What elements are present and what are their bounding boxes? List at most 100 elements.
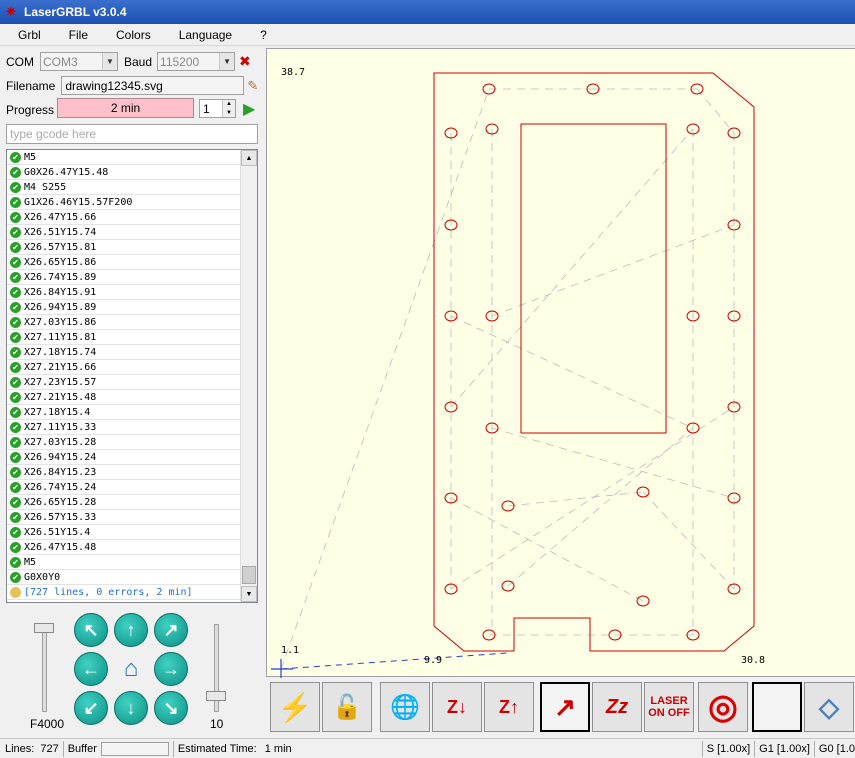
- lightning-icon[interactable]: ⚡: [270, 682, 320, 732]
- gcode-summary-row: [727 lines, 0 errors, 2 min]: [7, 585, 240, 600]
- menu-language[interactable]: Language: [161, 28, 242, 42]
- sleep-icon[interactable]: Zz: [592, 682, 642, 732]
- gcode-line: ✔ X27.11Y15.33: [7, 420, 240, 435]
- jog-up-right-button[interactable]: ↗: [154, 613, 188, 647]
- gcode-text: X26.47Y15.48: [24, 541, 97, 553]
- gcode-text: X26.51Y15.4: [24, 526, 91, 538]
- rapid-move-line: [642, 491, 735, 590]
- stepper-buttons[interactable]: ▲ ▼: [222, 100, 235, 117]
- jog-down-left-button[interactable]: ↙: [74, 691, 108, 725]
- gcode-text: G0X26.47Y15.48: [24, 166, 109, 178]
- x-max-label: 30.8: [741, 655, 766, 666]
- blank-icon[interactable]: [752, 682, 802, 732]
- rapid-move-line: [450, 315, 694, 429]
- gcode-line: ✔ X26.65Y15.28: [7, 495, 240, 510]
- speed-slider-track[interactable]: [42, 624, 47, 712]
- jog-right-button[interactable]: →: [154, 652, 188, 686]
- left-panel: COM COM3 ▼ Baud 115200 ▼ ✖ Filename draw…: [0, 46, 264, 738]
- filename-field[interactable]: drawing12345.svg: [61, 76, 245, 95]
- chevron-down-icon: ▼: [219, 53, 235, 70]
- target-icon[interactable]: ◎: [698, 682, 748, 732]
- gcode-line: ✔ X26.94Y15.24: [7, 450, 240, 465]
- scroll-down-icon[interactable]: ▼: [241, 586, 257, 602]
- gcode-line: ✔ X26.84Y15.91: [7, 285, 240, 300]
- z-up-icon[interactable]: Z↑: [484, 682, 534, 732]
- gcode-line: ✔ X26.51Y15.74: [7, 225, 240, 240]
- menu-colors[interactable]: Colors: [98, 28, 161, 42]
- gcode-text: G1X26.46Y15.57F200: [24, 196, 133, 208]
- passes-stepper[interactable]: 1 ▲ ▼: [199, 99, 236, 118]
- status-bar: Lines: 727 Buffer Estimated Time: 1 min …: [0, 738, 855, 758]
- preview-drawing: [271, 72, 755, 679]
- arrow-frame-icon[interactable]: ↗: [540, 682, 590, 732]
- gcode-text: X27.18Y15.74: [24, 346, 97, 358]
- passes-value: 1: [203, 101, 210, 116]
- home-icon[interactable]: ⌂: [114, 652, 148, 686]
- check-icon: ✔: [10, 256, 21, 268]
- jog-up-left-button[interactable]: ↖: [74, 613, 108, 647]
- globe-pin-icon[interactable]: 🌐: [380, 682, 430, 732]
- rapid-move-line: [491, 427, 735, 499]
- gcode-text: X27.11Y15.33: [24, 421, 97, 433]
- gcode-text: X26.65Y15.86: [24, 256, 97, 268]
- speed-label: F4000: [30, 717, 65, 731]
- check-icon: ✔: [10, 541, 21, 553]
- gcode-text: X27.03Y15.28: [24, 436, 97, 448]
- check-icon: ✔: [10, 481, 21, 493]
- rapid-move-line: [450, 497, 644, 602]
- gcode-text: X26.94Y15.24: [24, 451, 97, 463]
- eraser-icon[interactable]: ◇: [804, 682, 854, 732]
- step-slider-thumb[interactable]: [206, 691, 226, 701]
- list-scrollbar[interactable]: ▲ ▼: [240, 150, 257, 602]
- gcode-line: ✔ M4 S255: [7, 180, 240, 195]
- gcode-text: X26.94Y15.89: [24, 301, 97, 313]
- check-icon: ✔: [10, 451, 21, 463]
- check-icon: ✔: [10, 556, 21, 568]
- com-select[interactable]: COM3 ▼: [40, 52, 118, 71]
- lines-value: 727: [40, 742, 59, 755]
- jog-left-button[interactable]: ←: [74, 652, 108, 686]
- baud-select[interactable]: 115200 ▼: [157, 52, 236, 71]
- rapid-move-line: [507, 427, 694, 587]
- jog-down-button[interactable]: ↓: [114, 691, 148, 725]
- gcode-line: ✔ X27.21Y15.48: [7, 390, 240, 405]
- chevron-down-icon: ▼: [102, 53, 117, 70]
- g1-override[interactable]: G1 [1.00x]: [759, 743, 810, 755]
- spin-up-icon[interactable]: ▲: [226, 101, 232, 107]
- gcode-text: X26.84Y15.23: [24, 466, 97, 478]
- gcode-line: ✔ G0X0Y0: [7, 570, 240, 585]
- gcode-text: G0X0Y0: [24, 571, 61, 583]
- spin-down-icon[interactable]: ▼: [226, 110, 232, 116]
- speed-slider-thumb[interactable]: [34, 623, 54, 633]
- jog-down-right-button[interactable]: ↘: [154, 691, 188, 725]
- estimated-time-value: 1 min: [264, 742, 292, 755]
- gcode-line: ✔ X26.47Y15.48: [7, 540, 240, 555]
- scroll-thumb[interactable]: [242, 566, 256, 584]
- check-icon: ✔: [10, 241, 21, 253]
- z-down-icon[interactable]: Z↓: [432, 682, 482, 732]
- g0-override[interactable]: G0 [1.0: [819, 743, 855, 755]
- gcode-line: ✔ X27.03Y15.86: [7, 315, 240, 330]
- gcode-text: X26.74Y15.24: [24, 481, 97, 493]
- menu-file[interactable]: File: [51, 28, 98, 42]
- run-play-icon[interactable]: ▶: [243, 99, 255, 119]
- progress-row: Progress: [6, 98, 54, 120]
- gcode-line: ✔ X26.47Y15.66: [7, 210, 240, 225]
- preview-canvas[interactable]: 38.7 1.1 9.9 30.8: [266, 48, 855, 679]
- open-file-icon[interactable]: ✎: [247, 78, 258, 94]
- unlock-icon[interactable]: 🔓: [322, 682, 372, 732]
- laser-on-off-icon[interactable]: LASER ON OFF: [644, 682, 694, 732]
- scroll-up-icon[interactable]: ▲: [241, 150, 257, 166]
- gcode-line: ✔ M5: [7, 150, 240, 165]
- check-icon: ✔: [10, 406, 21, 418]
- divider: [701, 740, 703, 757]
- jog-up-button[interactable]: ↑: [114, 613, 148, 647]
- gcode-text: X27.03Y15.86: [24, 316, 97, 328]
- gcode-input[interactable]: type gcode here: [6, 124, 258, 144]
- gcode-list[interactable]: ✔ M5 ✔ G0X26.47Y15.48 ✔ M4 S255 ✔ G1X26.46Y15.5…: [6, 149, 258, 603]
- menu-grbl[interactable]: Grbl: [0, 28, 51, 42]
- menu-help[interactable]: ?: [242, 28, 277, 42]
- s-override[interactable]: S [1.00x]: [707, 743, 750, 755]
- disconnect-icon[interactable]: ✖: [239, 53, 251, 70]
- check-icon: ✔: [10, 376, 21, 388]
